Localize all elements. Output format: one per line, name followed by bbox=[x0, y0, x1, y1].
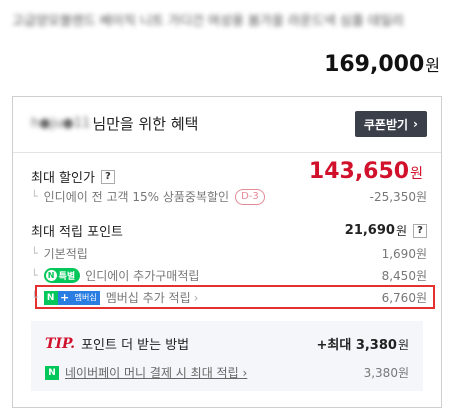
sale-price: 143,650원 bbox=[309, 159, 423, 184]
membership-badge-text: 멤버십 bbox=[71, 290, 100, 305]
points-total: 21,690 원 ? bbox=[345, 222, 427, 239]
npay-badge-text: 특별 bbox=[58, 272, 76, 282]
chevron-right-icon: › bbox=[242, 366, 248, 380]
chevron-right-icon: › bbox=[413, 117, 418, 131]
tip-max-unit: 원 bbox=[397, 338, 409, 352]
max-sale-label: 최대 할인가 bbox=[31, 171, 95, 186]
npay-money-link[interactable]: 네이버페이 머니 결제 시 최대 적립 › bbox=[65, 364, 247, 381]
points-total-unit: 원 bbox=[395, 224, 407, 238]
points-help-icon[interactable]: ? bbox=[413, 223, 427, 238]
tip-max-value: 3,380 bbox=[355, 338, 397, 353]
npay-money-label: 네이버페이 머니 결제 시 최대 적립 bbox=[65, 366, 239, 380]
plus-icon: + bbox=[57, 290, 72, 305]
naver-n-icon: N bbox=[43, 290, 58, 305]
benefit-header-text: 님만을 위한 혜택 bbox=[92, 115, 199, 133]
coupon-button-label: 쿠폰받기 bbox=[363, 117, 409, 132]
help-icon[interactable]: ? bbox=[100, 169, 115, 184]
branch-icon: └ bbox=[31, 247, 38, 260]
basic-points-row: └ 기본적립 1,690원 bbox=[31, 245, 427, 262]
points-label: 최대 적립 포인트 bbox=[31, 225, 123, 240]
extra-points-label: 인디에이 추가구매적립 bbox=[85, 269, 200, 283]
member-points-value: 6,760원 bbox=[381, 291, 427, 305]
tip-text: 포인트 더 받는 방법 bbox=[81, 338, 190, 353]
dday-badge: D-3 bbox=[235, 188, 265, 205]
member-points-link[interactable]: 멤버십 추가 적립 › bbox=[106, 289, 199, 306]
naver-pay-icon: N bbox=[45, 365, 59, 380]
branch-icon: └ bbox=[31, 291, 38, 304]
tip-max-prefix: +최대 bbox=[316, 338, 356, 353]
product-price: 169,000원 bbox=[324, 52, 440, 77]
points-total-value: 21,690 bbox=[344, 223, 395, 238]
product-price-value: 169,000 bbox=[324, 52, 425, 77]
sale-price-unit: 원 bbox=[410, 166, 423, 182]
extra-points-row: └ N 특별 인디에이 추가구매적립 8,450원 bbox=[31, 267, 427, 284]
naver-n-icon: N bbox=[45, 270, 57, 281]
npay-money-value: 3,380원 bbox=[363, 366, 409, 380]
npay-money-row: N 네이버페이 머니 결제 시 최대 적립 › 3,380원 bbox=[45, 364, 409, 381]
basic-points-value: 1,690원 bbox=[381, 247, 427, 261]
sale-price-value: 143,650 bbox=[308, 159, 410, 184]
tip-word: TIP. bbox=[45, 335, 76, 352]
discount-desc: 인디에이 전 고객 15% 상품중복할인 bbox=[43, 190, 230, 204]
membership-badge: N + 멤버십 bbox=[43, 290, 100, 305]
extra-points-value: 8,450원 bbox=[381, 269, 427, 283]
discount-row: └ 인디에이 전 고객 15% 상품중복할인 D-3 -25,350원 bbox=[31, 188, 427, 205]
branch-icon: └ bbox=[31, 190, 38, 203]
discount-value: -25,350원 bbox=[369, 190, 427, 204]
product-price-unit: 원 bbox=[425, 56, 440, 75]
product-title: 고급양모블렌드 베이직 니트 가디건 여성용 봄가을 라운드넥 심플 데일리 bbox=[12, 14, 404, 29]
points-row: 최대 적립 포인트 21,690 원 ? bbox=[31, 221, 427, 240]
coupon-button[interactable]: 쿠폰받기 › bbox=[354, 111, 427, 137]
user-name: h●ju●11 bbox=[31, 116, 91, 131]
member-points-row: └ N + 멤버십 멤버십 추가 적립 › 6,760원 bbox=[31, 289, 427, 306]
benefit-header-title: h●ju●11 님만을 위한 혜택 bbox=[31, 113, 198, 134]
benefit-card: h●ju●11 님만을 위한 혜택 쿠폰받기 › 최대 할인가 ? 143,65… bbox=[12, 96, 442, 408]
tip-max: +최대 3,380원 bbox=[316, 334, 409, 353]
branch-icon: └ bbox=[31, 269, 38, 282]
benefit-card-header: h●ju●11 님만을 위한 혜택 쿠폰받기 › bbox=[13, 97, 441, 153]
npay-special-badge: N 특별 bbox=[43, 268, 81, 283]
tip-box: TIP. 포인트 더 받는 방법 +최대 3,380원 N 네이버페이 머니 결… bbox=[31, 321, 423, 391]
member-points-label: 멤버십 추가 적립 bbox=[105, 291, 191, 305]
basic-points-label: 기본적립 bbox=[43, 247, 88, 261]
tip-title: TIP. 포인트 더 받는 방법 bbox=[45, 334, 190, 354]
chevron-right-icon: › bbox=[193, 291, 199, 305]
